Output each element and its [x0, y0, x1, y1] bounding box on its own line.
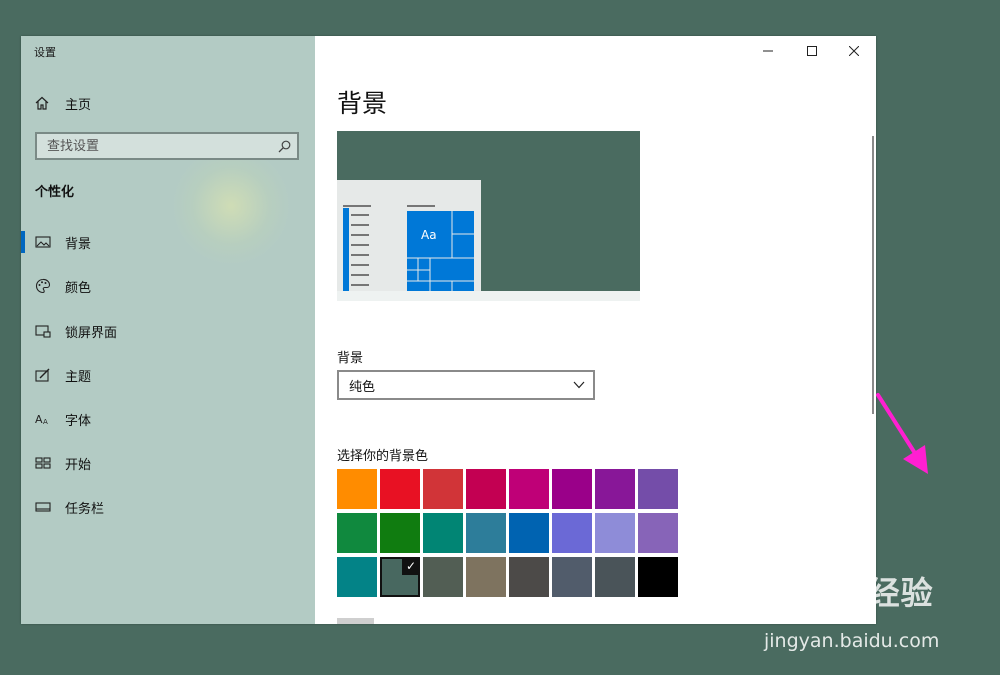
background-type-value: 纯色: [349, 379, 376, 395]
sidebar-item-start[interactable]: 开始: [21, 448, 315, 478]
svg-text:A: A: [43, 418, 48, 426]
color-swatch[interactable]: [595, 469, 635, 509]
color-swatch[interactable]: [552, 557, 592, 597]
home-label: 主页: [65, 97, 92, 113]
search-icon[interactable]: [278, 140, 291, 153]
color-swatch[interactable]: [509, 469, 549, 509]
color-swatch[interactable]: [552, 469, 592, 509]
theme-icon: [35, 368, 50, 382]
color-swatch[interactable]: [638, 469, 678, 509]
watermark-brand: Baidu经验: [760, 574, 934, 612]
color-swatch[interactable]: [337, 513, 377, 553]
lock-screen-icon: [35, 325, 51, 338]
taskbar-icon: [35, 502, 51, 512]
search-input[interactable]: [47, 138, 267, 154]
color-swatch-grid: ✓: [337, 469, 678, 599]
minimize-icon: [763, 50, 773, 52]
color-swatch[interactable]: [509, 513, 549, 553]
sidebar-item-label: 背景: [65, 237, 92, 252]
sidebar-item-label: 锁屏界面: [65, 326, 118, 341]
start-menu-mockup: Aa: [337, 180, 481, 291]
background-preview: Aa: [337, 131, 640, 301]
sidebar: 设置 主页 个性化 背景: [21, 36, 315, 624]
sidebar-item-colors[interactable]: 颜色: [21, 271, 315, 301]
color-swatch[interactable]: [380, 513, 420, 553]
color-swatch[interactable]: [466, 513, 506, 553]
picture-icon: [35, 236, 51, 248]
sidebar-item-lock-screen[interactable]: 锁屏界面: [21, 316, 315, 346]
start-icon: [35, 457, 51, 469]
sidebar-item-background[interactable]: 背景: [21, 227, 315, 257]
custom-color-button[interactable]: [337, 618, 374, 624]
chevron-down-icon: [573, 381, 585, 389]
font-icon: A A: [35, 413, 48, 426]
preview-tile-text: Aa: [421, 228, 437, 242]
page-title: 背景: [337, 89, 388, 118]
color-swatch[interactable]: [466, 557, 506, 597]
color-swatch[interactable]: [337, 469, 377, 509]
color-swatch[interactable]: [423, 469, 463, 509]
maximize-button[interactable]: [799, 42, 825, 60]
close-button[interactable]: [841, 42, 867, 60]
home-icon: [35, 96, 49, 110]
sidebar-item-fonts[interactable]: A A 字体: [21, 404, 315, 434]
sidebar-item-themes[interactable]: 主题: [21, 360, 315, 390]
watermark: Baidu经验 jingyan.baidu.com: [760, 568, 939, 652]
minimize-button[interactable]: [755, 42, 781, 60]
section-title: 个性化: [35, 185, 75, 200]
color-swatch[interactable]: [509, 557, 549, 597]
sidebar-item-label: 开始: [65, 458, 92, 473]
background-type-select[interactable]: 纯色: [337, 370, 595, 400]
color-swatch[interactable]: [380, 469, 420, 509]
content-pane: 背景 Aa 背景 纯色 选择你的背景色 ✓: [315, 36, 876, 624]
sidebar-item-label: 任务栏: [65, 502, 105, 517]
preview-taskbar: [337, 291, 640, 301]
sidebar-item-taskbar[interactable]: 任务栏: [21, 492, 315, 522]
color-swatch[interactable]: [552, 513, 592, 553]
sidebar-item-label: 字体: [65, 414, 92, 429]
color-swatch[interactable]: ✓: [380, 557, 420, 597]
color-swatch[interactable]: [638, 513, 678, 553]
color-swatch[interactable]: [423, 513, 463, 553]
palette-icon: [35, 278, 51, 294]
app-title: 设置: [34, 46, 56, 59]
color-swatch[interactable]: [638, 557, 678, 597]
scrollbar[interactable]: [872, 136, 874, 414]
sidebar-item-label: 颜色: [65, 281, 92, 296]
svg-text:A: A: [35, 413, 43, 426]
maximize-icon: [807, 46, 817, 56]
background-color-title: 选择你的背景色: [337, 449, 429, 464]
checkmark-icon: ✓: [402, 557, 420, 575]
color-swatch[interactable]: [595, 557, 635, 597]
color-swatch[interactable]: [466, 469, 506, 509]
sidebar-item-label: 主题: [65, 370, 92, 385]
close-icon: [849, 46, 859, 56]
watermark-url: jingyan.baidu.com: [764, 630, 940, 652]
color-swatch[interactable]: [337, 557, 377, 597]
search-box[interactable]: [35, 132, 299, 160]
background-label: 背景: [337, 351, 364, 366]
color-swatch[interactable]: [423, 557, 463, 597]
home-link[interactable]: 主页: [35, 92, 91, 114]
color-swatch[interactable]: [595, 513, 635, 553]
settings-window: 设置 主页 个性化 背景: [21, 36, 876, 624]
